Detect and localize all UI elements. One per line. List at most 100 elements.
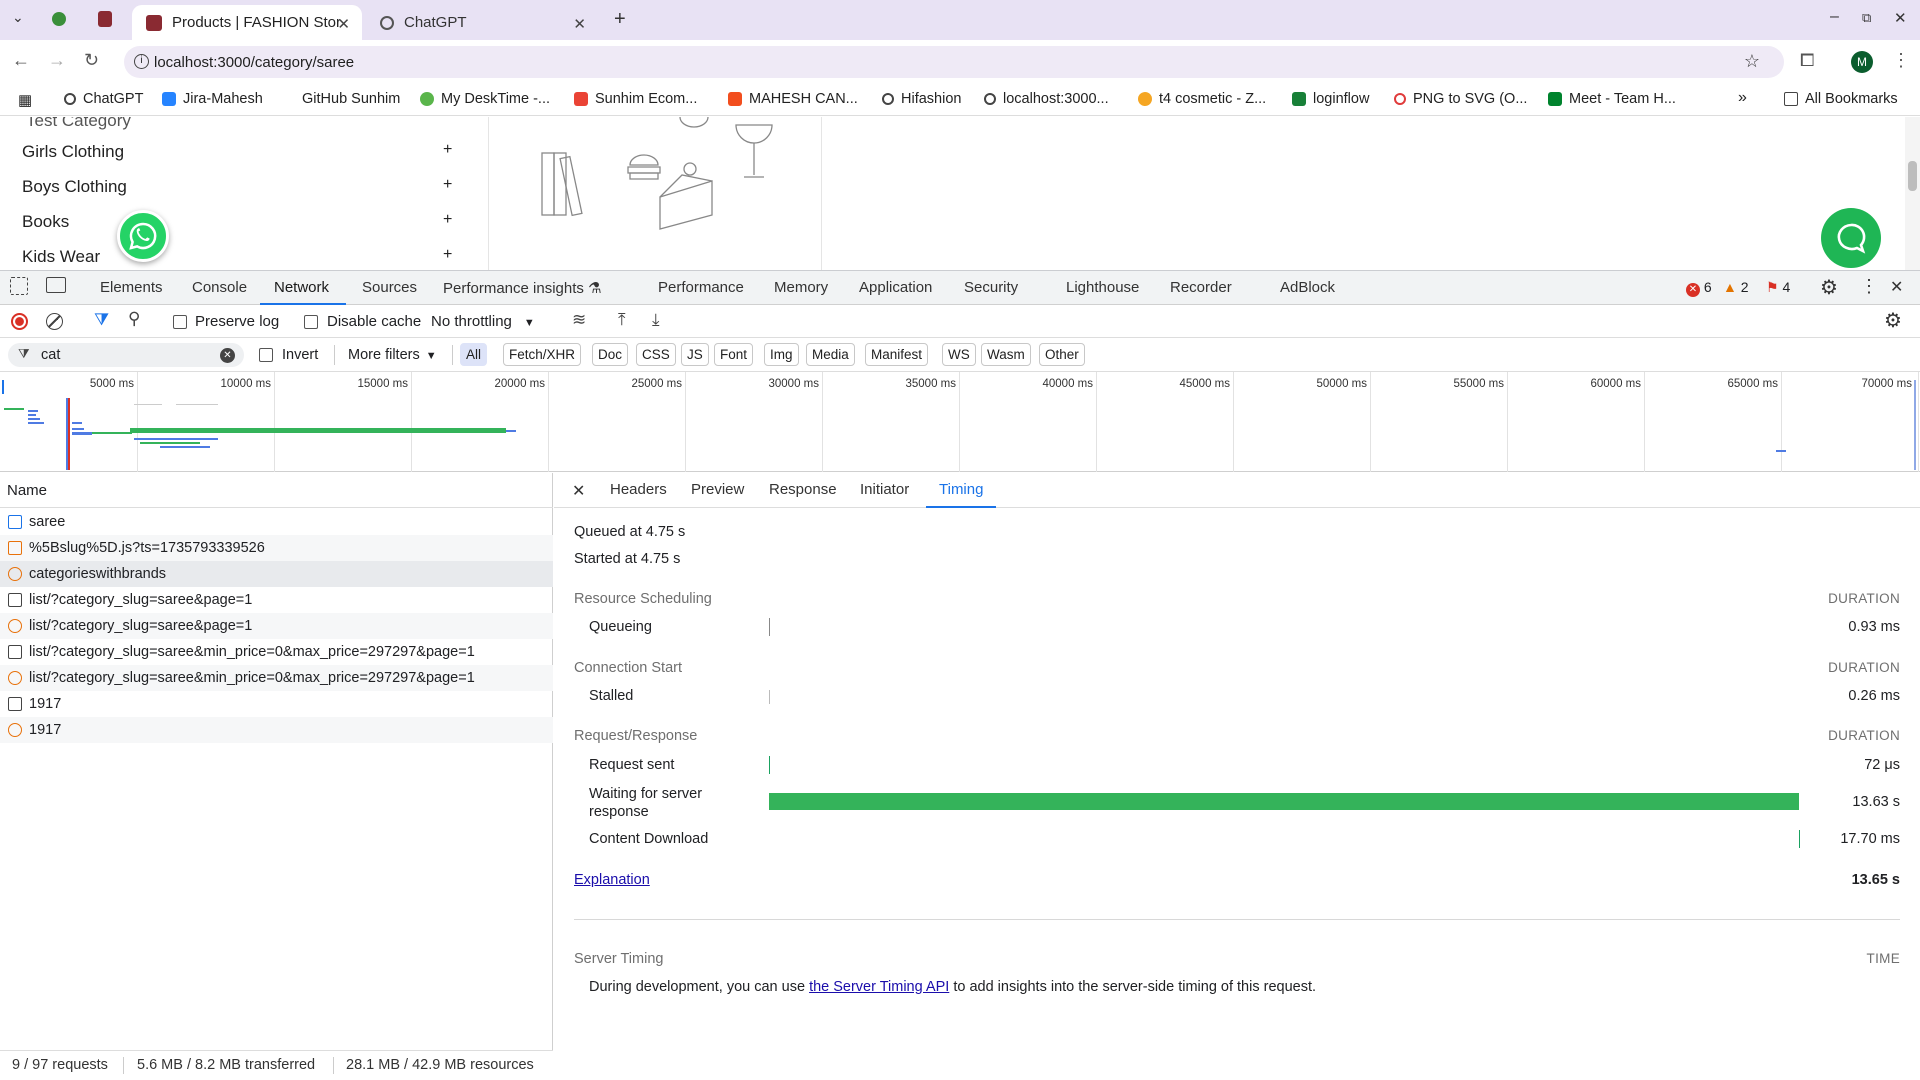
filter-funnel-icon[interactable]: ⧩ xyxy=(94,310,109,330)
request-row[interactable]: list/?category_slug=saree&min_price=0&ma… xyxy=(0,639,553,665)
filter-type-font[interactable]: Font xyxy=(714,343,754,366)
expand-plus-icon[interactable]: + xyxy=(443,246,452,264)
devtools-tab-security[interactable]: Security xyxy=(964,279,1018,296)
error-count-badge[interactable]: ✕ 6 xyxy=(1686,279,1712,297)
site-info-icon[interactable]: i xyxy=(134,54,149,69)
filter-type-css[interactable]: CSS xyxy=(636,343,676,366)
filter-type-img[interactable]: Img xyxy=(764,343,799,366)
devtools-tab-application[interactable]: Application xyxy=(859,279,932,296)
category-item-partial[interactable]: Test Category xyxy=(26,117,131,131)
close-details-icon[interactable]: ✕ xyxy=(572,481,585,501)
clear-filter-icon[interactable]: ✕ xyxy=(220,348,235,363)
request-row[interactable]: categorieswithbrands xyxy=(0,561,553,587)
page-scrollbar-thumb[interactable] xyxy=(1908,161,1917,191)
apps-grid-icon[interactable]: ▦ xyxy=(18,91,32,109)
devtools-tab-lighthouse[interactable]: Lighthouse xyxy=(1066,279,1139,296)
filter-type-wasm[interactable]: Wasm xyxy=(981,343,1031,366)
devtools-tab-performance[interactable]: Performance xyxy=(658,279,744,296)
window-close-icon[interactable]: ✕ xyxy=(1894,9,1907,27)
devtools-close-icon[interactable]: ✕ xyxy=(1890,277,1903,297)
network-settings-gear-icon[interactable]: ⚙ xyxy=(1884,308,1902,333)
request-row[interactable]: list/?category_slug=saree&page=1 xyxy=(0,613,553,639)
browser-menu-icon[interactable]: ⋮ xyxy=(1892,50,1910,71)
clear-log-icon[interactable] xyxy=(46,313,63,330)
request-row[interactable]: list/?category_slug=saree&page=1 xyxy=(0,587,553,613)
inspect-element-icon[interactable] xyxy=(10,277,28,295)
devtools-settings-gear-icon[interactable]: ⚙ xyxy=(1820,275,1838,300)
expand-plus-icon[interactable]: + xyxy=(443,211,452,229)
bookmarks-overflow-icon[interactable]: » xyxy=(1738,89,1747,107)
devtools-tab-performance-insights[interactable]: Performance insights ⚗ xyxy=(443,279,602,297)
bookmark-meet[interactable]: Meet - Team H... xyxy=(1548,91,1676,107)
filter-type-doc[interactable]: Doc xyxy=(592,343,629,366)
detail-tab-response[interactable]: Response xyxy=(769,481,837,498)
new-tab-plus-icon[interactable]: + xyxy=(614,8,626,31)
pinned-tab-1[interactable] xyxy=(52,12,66,26)
bookmark-github[interactable]: GitHub Sunhim xyxy=(302,91,400,107)
devtools-tab-elements[interactable]: Elements xyxy=(100,279,163,296)
device-toolbar-icon[interactable] xyxy=(46,277,66,293)
category-kids-wear[interactable]: Kids Wear xyxy=(22,247,100,267)
expand-plus-icon[interactable]: + xyxy=(443,141,452,159)
filter-type-manifest[interactable]: Manifest xyxy=(865,343,929,366)
category-boys-clothing[interactable]: Boys Clothing xyxy=(22,177,127,197)
filter-type-ws[interactable]: WS xyxy=(942,343,976,366)
bookmark-mahesh-can[interactable]: MAHESH CAN... xyxy=(728,91,858,107)
tab-chatgpt[interactable]: ChatGPT ✕ xyxy=(366,5,598,40)
detail-tab-headers[interactable]: Headers xyxy=(610,481,667,498)
request-row[interactable]: 1917 xyxy=(0,717,553,743)
request-row[interactable]: 1917 xyxy=(0,691,553,717)
preserve-log-checkbox[interactable] xyxy=(173,315,187,329)
forward-arrow-icon[interactable]: → xyxy=(48,50,66,71)
whatsapp-icon[interactable] xyxy=(117,210,169,262)
filter-type-other[interactable]: Other xyxy=(1039,343,1085,366)
filter-input[interactable]: ⧩ cat ✕ xyxy=(8,343,244,367)
filter-type-media[interactable]: Media xyxy=(806,343,855,366)
devtools-tab-memory[interactable]: Memory xyxy=(774,279,828,296)
category-books[interactable]: Books xyxy=(22,212,69,232)
devtools-more-icon[interactable]: ⋮ xyxy=(1860,276,1878,297)
window-minimize-icon[interactable]: – xyxy=(1830,8,1839,26)
bookmark-localhost[interactable]: localhost:3000... xyxy=(984,91,1109,107)
filter-type-all[interactable]: All xyxy=(460,343,488,366)
export-har-icon[interactable]: ⤓ xyxy=(652,310,660,330)
devtools-tab-console[interactable]: Console xyxy=(192,279,247,296)
bookmark-desktime[interactable]: My DeskTime -... xyxy=(420,91,550,107)
category-girls-clothing[interactable]: Girls Clothing xyxy=(22,142,124,162)
chat-widget-icon[interactable] xyxy=(1821,208,1881,268)
invert-checkbox[interactable] xyxy=(259,348,273,362)
record-stop-icon[interactable] xyxy=(11,313,28,330)
bookmark-hifashion[interactable]: Hifashion xyxy=(882,91,961,107)
request-row[interactable]: list/?category_slug=saree&min_price=0&ma… xyxy=(0,665,553,691)
bookmark-sunhim-ecom[interactable]: Sunhim Ecom... xyxy=(574,91,697,107)
timeline-selection-right-handle[interactable] xyxy=(1914,380,1916,470)
devtools-tab-sources[interactable]: Sources xyxy=(362,279,417,296)
tab-products-fashion[interactable]: Products | FASHION Stor ✕ xyxy=(132,5,362,40)
import-har-icon[interactable]: ⤒ xyxy=(618,310,626,330)
disable-cache-checkbox[interactable] xyxy=(304,315,318,329)
request-row[interactable]: %5Bslug%5D.js?ts=1735793339526 xyxy=(0,535,553,561)
timeline-selection-left-handle[interactable] xyxy=(2,380,4,394)
page-scrollbar[interactable] xyxy=(1905,117,1920,270)
tab-close-icon[interactable]: ✕ xyxy=(573,15,586,33)
profile-avatar[interactable]: M xyxy=(1851,51,1873,73)
address-bar[interactable]: i localhost:3000/category/saree ☆ xyxy=(124,46,1784,78)
window-restore-icon[interactable]: ⧉ xyxy=(1862,10,1871,26)
bookmark-t4-cosmetic[interactable]: t4 cosmetic - Z... xyxy=(1138,91,1266,107)
issues-count-badge[interactable]: ⚑ 4 xyxy=(1766,279,1790,296)
expand-plus-icon[interactable]: + xyxy=(443,176,452,194)
bookmark-jira[interactable]: Jira-Mahesh xyxy=(162,91,263,107)
network-conditions-icon[interactable]: ≋ xyxy=(572,310,586,330)
bookmark-png-to-svg[interactable]: PNG to SVG (O... xyxy=(1394,91,1527,107)
filter-type-js[interactable]: JS xyxy=(681,343,709,366)
tab-search-chevron-icon[interactable]: ⌄ xyxy=(12,9,24,26)
devtools-tab-adblock[interactable]: AdBlock xyxy=(1280,279,1335,296)
detail-tab-timing[interactable]: Timing xyxy=(939,481,983,498)
detail-tab-preview[interactable]: Preview xyxy=(691,481,744,498)
request-list-header[interactable]: Name xyxy=(0,473,553,508)
more-filters-dropdown[interactable]: More filters ▼ xyxy=(348,347,437,363)
server-timing-api-link[interactable]: the Server Timing API xyxy=(809,979,949,995)
devtools-tab-recorder[interactable]: Recorder xyxy=(1170,279,1232,296)
explanation-link[interactable]: Explanation xyxy=(574,872,650,888)
bookmark-chatgpt[interactable]: ChatGPT xyxy=(64,91,143,107)
